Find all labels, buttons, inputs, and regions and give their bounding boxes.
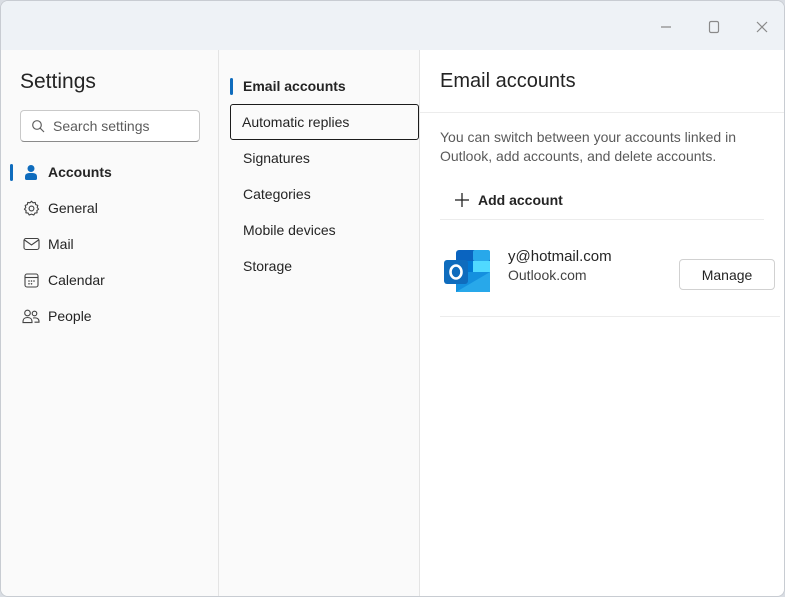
minimize-icon [661, 26, 671, 28]
search-input[interactable] [53, 118, 193, 134]
divider [440, 316, 780, 317]
subnav-item-mobile-devices[interactable]: Mobile devices [219, 212, 420, 248]
sidebar-item-label: Mail [48, 236, 74, 252]
sidebar-item-label: General [48, 200, 98, 216]
sidebar-item-label: Calendar [48, 272, 105, 288]
gear-icon [22, 199, 40, 217]
outlook-logo-icon [444, 250, 490, 292]
subnav-item-label: Signatures [243, 150, 310, 166]
sidebar-item-label: People [48, 308, 92, 324]
settings-window: Settings Accounts General [0, 0, 785, 597]
calendar-icon [22, 271, 40, 289]
subnav-item-label: Mobile devices [243, 222, 336, 238]
selection-indicator [10, 164, 13, 181]
minimize-button[interactable] [651, 13, 681, 41]
close-icon [756, 21, 768, 33]
maximize-icon [708, 20, 720, 34]
title-bar [1, 1, 784, 51]
subnav-item-label: Automatic replies [242, 114, 350, 130]
sidebar-item-people[interactable]: People [1, 298, 219, 334]
add-account-label: Add account [478, 192, 563, 208]
subnav-item-label: Email accounts [243, 78, 346, 94]
sidebar-item-label: Accounts [48, 164, 112, 180]
mail-icon [22, 235, 40, 253]
subnav-item-automatic-replies[interactable]: Automatic replies [230, 104, 419, 140]
divider [420, 112, 784, 113]
maximize-button[interactable] [699, 13, 729, 41]
account-provider: Outlook.com [508, 267, 587, 283]
sidebar-item-mail[interactable]: Mail [1, 226, 219, 262]
account-email: y@hotmail.com [508, 248, 612, 265]
subnav-item-label: Storage [243, 258, 293, 274]
people-icon [22, 307, 40, 325]
sidebar-item-general[interactable]: General [1, 190, 219, 226]
accounts-subnav: Email accounts Automatic replies Signatu… [219, 50, 420, 596]
sidebar-item-accounts[interactable]: Accounts [1, 154, 219, 190]
subnav-item-email-accounts[interactable]: Email accounts [219, 68, 420, 104]
pane-description: You can switch between your accounts lin… [440, 129, 736, 164]
selection-indicator [230, 78, 233, 95]
search-icon [32, 120, 45, 133]
subnav-item-storage[interactable]: Storage [219, 248, 420, 284]
plus-icon [455, 193, 469, 207]
settings-sidebar: Settings Accounts General [1, 50, 219, 596]
close-button[interactable] [747, 13, 777, 41]
search-box[interactable] [20, 110, 200, 142]
settings-nav: Accounts General Mail Calendar People [1, 154, 219, 334]
add-account-button[interactable]: Add account [454, 188, 563, 212]
subnav-item-label: Categories [243, 186, 311, 202]
person-icon [22, 163, 40, 181]
subnav-item-signatures[interactable]: Signatures [219, 140, 420, 176]
divider [440, 219, 764, 220]
email-accounts-pane: Email accounts You can switch between yo… [420, 50, 784, 596]
subnav-item-categories[interactable]: Categories [219, 176, 420, 212]
settings-title: Settings [20, 70, 96, 93]
account-row: y@hotmail.com Outlook.com Manage [440, 242, 780, 304]
pane-title: Email accounts [440, 70, 576, 92]
manage-button[interactable]: Manage [679, 259, 775, 290]
sidebar-item-calendar[interactable]: Calendar [1, 262, 219, 298]
